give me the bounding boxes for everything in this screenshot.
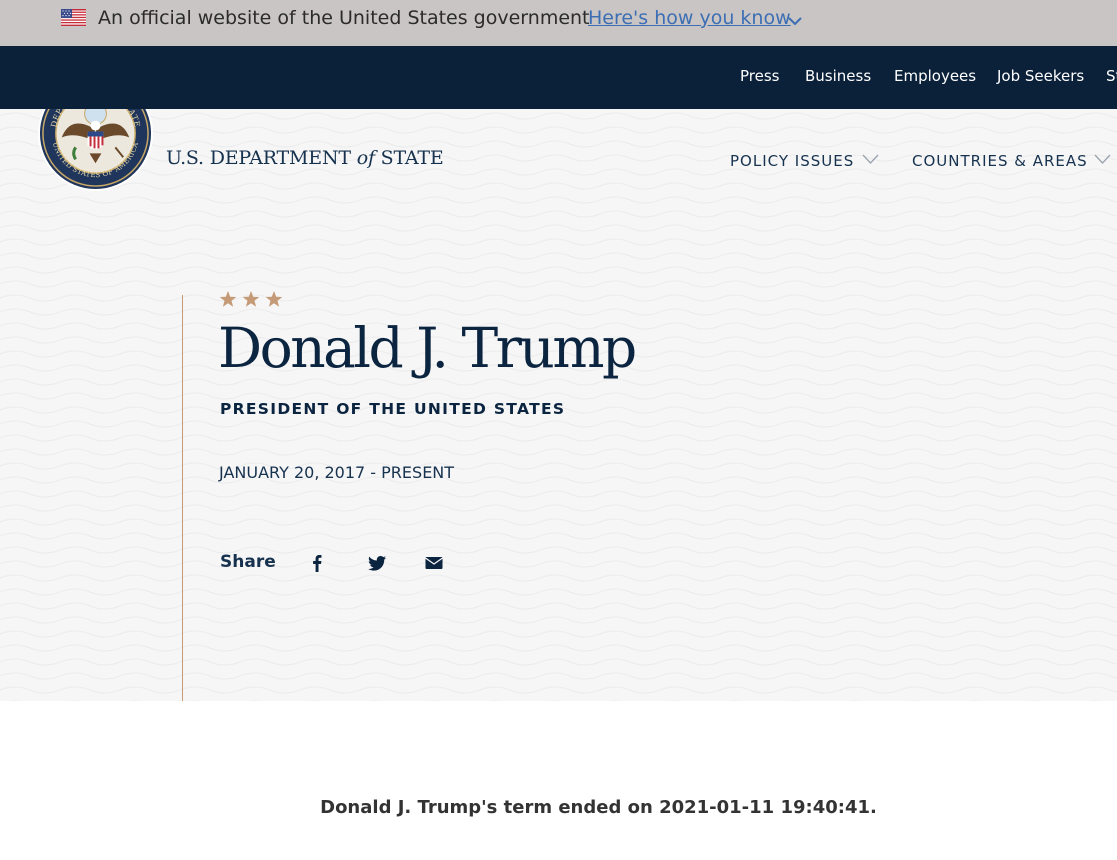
wordmark-part1: U.S. DEPARTMENT (166, 147, 351, 169)
department-seal-logo[interactable]: DEPARTMENT OF STATE UNITED STATES OF AME… (36, 109, 155, 193)
chevron-down-icon[interactable] (1094, 153, 1111, 165)
hero-section: DEPARTMENT OF STATE UNITED STATES OF AME… (0, 109, 1117, 701)
wordmark-of: of (356, 147, 375, 169)
twitter-icon[interactable] (367, 553, 387, 573)
heres-how-you-know-link[interactable]: Here's how you know (588, 7, 791, 29)
hero-accent-line (182, 295, 183, 701)
nav-policy-issues[interactable]: POLICY ISSUES (730, 152, 854, 170)
us-flag-icon (61, 9, 86, 26)
gov-banner-text: An official website of the United States… (98, 7, 590, 29)
chevron-down-icon[interactable] (862, 153, 879, 165)
util-link-business[interactable]: Business (805, 67, 871, 85)
gov-banner: An official website of the United States… (0, 0, 1117, 46)
util-link-job-seekers[interactable]: Job Seekers (997, 67, 1084, 85)
page-title: Donald J. Trump (218, 316, 637, 380)
wordmark-part2: STATE (380, 147, 444, 169)
utility-nav: Press Business Employees Job Seekers St (0, 46, 1117, 109)
util-link-students[interactable]: St (1106, 67, 1117, 85)
three-stars-icon (219, 291, 283, 307)
term-ended-notice: Donald J. Trump's term ended on 2021-01-… (320, 797, 877, 818)
facebook-icon[interactable] (307, 553, 327, 573)
util-link-employees[interactable]: Employees (894, 67, 976, 85)
nav-countries-areas[interactable]: COUNTRIES & AREAS (912, 152, 1088, 170)
chevron-down-icon[interactable] (787, 13, 803, 29)
role-subtitle: PRESIDENT OF THE UNITED STATES (220, 400, 566, 418)
util-link-press[interactable]: Press (740, 67, 779, 85)
term-dates: JANUARY 20, 2017 - PRESENT (219, 463, 455, 482)
email-icon[interactable] (424, 553, 444, 573)
share-label: Share (220, 552, 276, 572)
department-wordmark[interactable]: U.S. DEPARTMENT of STATE (166, 147, 444, 169)
